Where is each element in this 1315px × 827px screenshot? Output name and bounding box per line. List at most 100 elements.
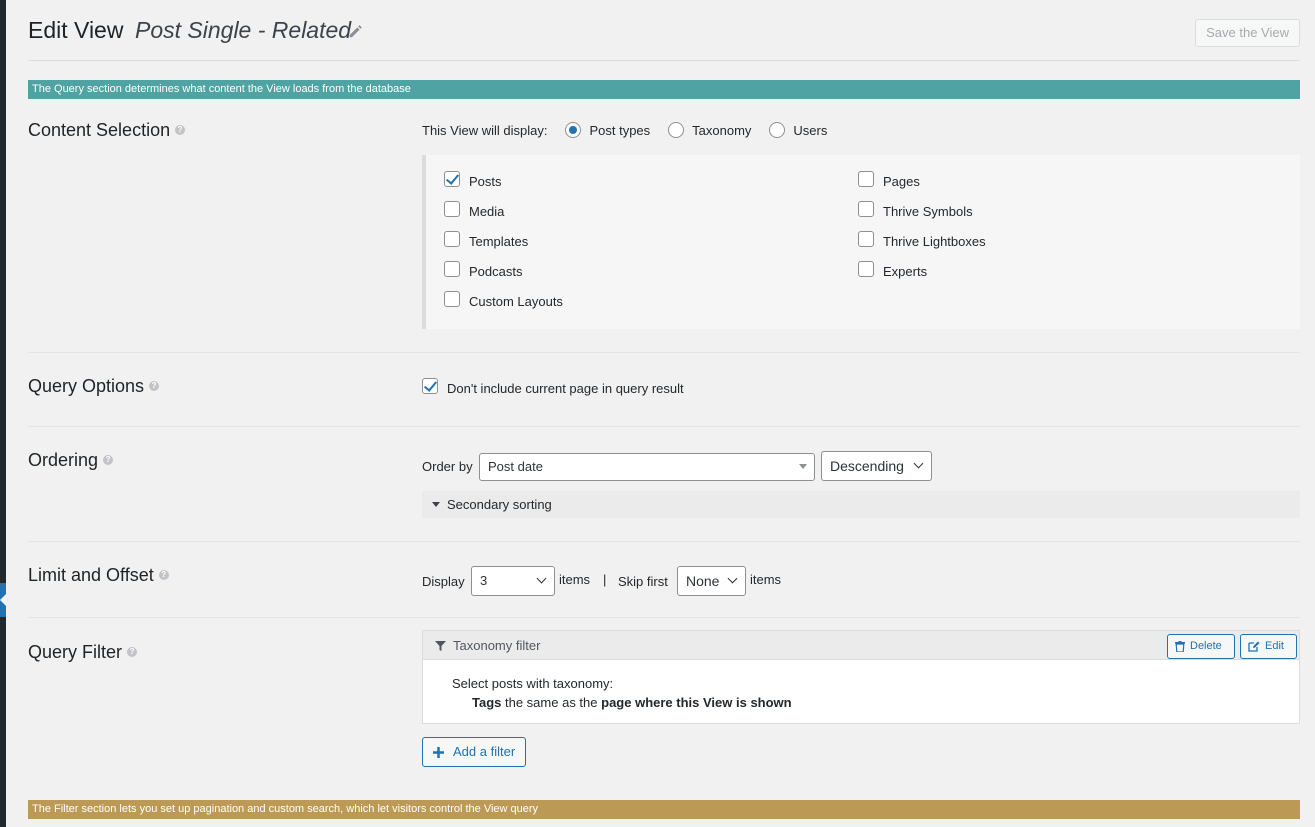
help-icon[interactable]: ? [158, 570, 169, 581]
order-by-value: Post date [488, 459, 543, 474]
view-name-title[interactable]: Post Single - Related [135, 17, 351, 44]
section-title-text: Query Filter [28, 642, 123, 662]
checkbox-experts[interactable]: Experts [858, 261, 928, 279]
plus-icon [433, 746, 444, 758]
checkbox-templates[interactable]: Templates [444, 231, 529, 249]
checkbox[interactable] [444, 171, 460, 187]
checkbox-custom-layouts[interactable]: Custom Layouts [444, 291, 563, 309]
checkbox-label: Experts [883, 263, 928, 279]
help-icon[interactable]: ? [175, 125, 186, 136]
query-section-banner: The Query section determines what conten… [28, 80, 1300, 99]
edit-icon [1248, 641, 1260, 652]
checkbox-label: Templates [469, 233, 529, 249]
filter-section-banner: The Filter section lets you set up pagin… [28, 800, 1300, 819]
order-direction-value: Descending [830, 458, 904, 474]
edit-label: Edit [1265, 640, 1284, 652]
display-count-select[interactable]: 3 [471, 566, 555, 596]
post-types-panel: Posts Media Templates Podcasts Custom La… [422, 155, 1300, 329]
filter-card-header: Taxonomy filter Delete Edit [423, 631, 1299, 660]
section-divider [28, 426, 1300, 427]
display-type-row: This View will display: Post types Taxon… [422, 122, 845, 138]
filter-relation-text: the same as the [501, 695, 602, 710]
order-by-select[interactable]: Post date [479, 453, 815, 481]
display-count-value: 3 [480, 573, 488, 588]
add-filter-button[interactable]: Add a filter [422, 737, 527, 767]
limit-offset-title: Limit and Offset? [28, 565, 169, 586]
chevron-down-icon [536, 573, 547, 584]
radio-label: Users [793, 122, 828, 138]
add-filter-label: Add a filter [453, 744, 516, 759]
checkbox-label: Thrive Lightboxes [883, 233, 986, 249]
edit-filter-button[interactable]: Edit [1240, 634, 1297, 659]
taxonomy-filter-card: Taxonomy filter Delete Edit Select posts… [422, 630, 1300, 724]
page-title: Edit View [28, 17, 124, 43]
checkbox-thrive-lightboxes[interactable]: Thrive Lightboxes [858, 231, 986, 249]
items-label: items [559, 572, 591, 587]
filter-source: page where this View is shown [601, 695, 792, 710]
filter-line-1: Select posts with taxonomy: [452, 676, 614, 691]
secondary-sorting-label: Secondary sorting [447, 497, 552, 512]
help-icon[interactable]: ? [149, 381, 160, 392]
order-by-label: Order by [422, 459, 473, 474]
checkbox-thrive-symbols[interactable]: Thrive Symbols [858, 201, 973, 219]
query-filter-title: Query Filter? [28, 642, 138, 663]
exclude-current-page-option[interactable]: Don't include current page in query resu… [422, 378, 684, 396]
radio-label: Post types [589, 122, 651, 138]
checkbox[interactable] [858, 171, 874, 187]
radio-users[interactable]: Users [769, 122, 827, 138]
section-divider [28, 541, 1300, 542]
radio-button[interactable] [668, 122, 685, 138]
checkbox-label: Media [469, 203, 505, 219]
checkbox[interactable] [444, 201, 460, 217]
taxonomy-name: Tags [472, 695, 502, 710]
skip-first-select[interactable]: None [677, 566, 746, 596]
sidebar-active-arrow-icon [0, 592, 8, 608]
ordering-title: Ordering? [28, 450, 114, 471]
checkbox[interactable] [858, 231, 874, 247]
items-label-2: items [750, 572, 782, 587]
pencil-icon[interactable] [347, 22, 365, 40]
skip-first-value: None [686, 573, 720, 589]
chevron-down-icon [913, 458, 924, 469]
checkbox-posts[interactable]: Posts [444, 171, 502, 189]
checkbox[interactable] [858, 201, 874, 217]
filter-name: Taxonomy filter [453, 638, 541, 653]
section-title-text: Ordering [28, 450, 99, 470]
delete-filter-button[interactable]: Delete [1167, 634, 1235, 659]
checkbox[interactable] [858, 261, 874, 277]
radio-button[interactable] [769, 122, 786, 138]
save-view-button[interactable]: Save the View [1195, 19, 1300, 47]
page-header: Edit View Post Single - Related Save the… [28, 0, 1300, 61]
checkbox[interactable] [444, 261, 460, 277]
section-divider [28, 617, 1300, 618]
content-selection-title: Content Selection? [28, 120, 186, 141]
section-title-text: Query Options [28, 376, 145, 396]
checkbox-label: Thrive Symbols [883, 203, 973, 219]
radio-post-types[interactable]: Post types [565, 122, 650, 138]
checkbox-label: Pages [883, 173, 920, 189]
filter-line-2: Tags the same as the page where this Vie… [452, 693, 1299, 712]
query-options-title: Query Options? [28, 376, 160, 397]
filter-icon [435, 641, 446, 651]
checkbox[interactable] [422, 378, 438, 394]
filter-description: Select posts with taxonomy: Tags the sam… [423, 660, 1299, 712]
display-type-label: This View will display: [422, 122, 548, 138]
radio-button[interactable] [565, 122, 582, 138]
order-direction-select[interactable]: Descending [821, 451, 932, 481]
help-icon[interactable]: ? [103, 455, 114, 466]
secondary-sorting-toggle[interactable]: Secondary sorting [422, 491, 1300, 518]
delete-label: Delete [1190, 640, 1222, 652]
section-title-text: Limit and Offset [28, 565, 154, 585]
checkbox[interactable] [444, 231, 460, 247]
checkbox-pages[interactable]: Pages [858, 171, 920, 189]
section-divider [28, 352, 1300, 353]
skip-first-label: Skip first [618, 574, 668, 589]
checkbox[interactable] [444, 291, 460, 307]
radio-taxonomy[interactable]: Taxonomy [668, 122, 751, 138]
separator: | [603, 572, 607, 587]
help-icon[interactable]: ? [127, 647, 138, 658]
checkbox-media[interactable]: Media [444, 201, 505, 219]
admin-sidebar-edge [0, 0, 8, 827]
dropdown-caret-icon [799, 464, 807, 469]
checkbox-podcasts[interactable]: Podcasts [444, 261, 522, 279]
